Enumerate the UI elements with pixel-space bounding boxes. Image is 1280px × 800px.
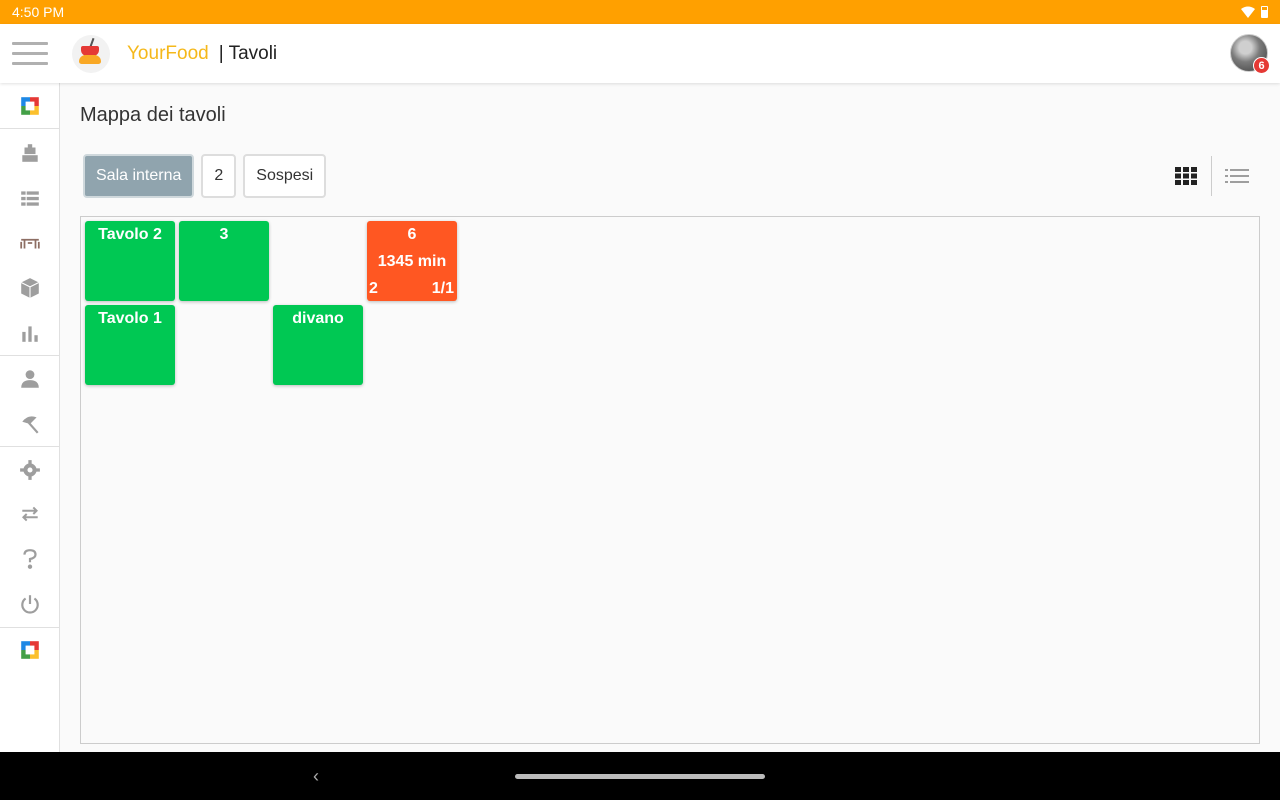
tables-icon[interactable] bbox=[0, 223, 59, 263]
hamburger-menu-icon[interactable] bbox=[0, 24, 60, 83]
user-avatar[interactable]: 6 bbox=[1230, 34, 1270, 74]
power-icon[interactable] bbox=[0, 584, 59, 624]
sidebar bbox=[0, 83, 60, 752]
table-name: Tavolo 1 bbox=[98, 310, 162, 327]
table-name: Tavolo 2 bbox=[98, 226, 162, 243]
table-divano[interactable]: divano bbox=[273, 305, 363, 385]
app-logo-icon[interactable] bbox=[0, 86, 59, 126]
table-name: divano bbox=[292, 310, 344, 327]
tab-sala-interna[interactable]: Sala interna bbox=[83, 154, 195, 198]
chart-icon[interactable] bbox=[0, 313, 59, 353]
brand-name: YourFood bbox=[127, 42, 209, 64]
table-map: Tavolo 2 3 6 1345 min 2 1/1 Tavolo 1 div… bbox=[80, 216, 1260, 744]
main-content: Mappa dei tavoli Sala interna 2 Sospesi … bbox=[60, 83, 1280, 752]
system-nav-bar: ‹ bbox=[0, 752, 1280, 800]
table-name: 6 bbox=[407, 226, 417, 243]
battery-icon bbox=[1261, 6, 1268, 18]
beach-umbrella-icon[interactable] bbox=[0, 404, 59, 444]
user-icon[interactable] bbox=[0, 359, 59, 399]
tab-sospesi[interactable]: Sospesi bbox=[243, 154, 327, 198]
tab-room-2[interactable]: 2 bbox=[201, 154, 237, 198]
help-icon[interactable] bbox=[0, 539, 59, 579]
list-view-icon[interactable] bbox=[1212, 156, 1262, 196]
app-logo-icon[interactable] bbox=[0, 630, 59, 670]
notification-badge: 6 bbox=[1253, 57, 1270, 74]
swap-icon[interactable] bbox=[0, 494, 59, 534]
status-bar: 4:50 PM bbox=[0, 0, 1280, 24]
yourfood-logo-icon bbox=[72, 34, 110, 73]
view-toggle bbox=[1161, 156, 1262, 196]
grid-view-icon[interactable] bbox=[1161, 156, 1211, 196]
app-bar: YourFood | Tavoli 6 bbox=[0, 24, 1280, 83]
table-covers: 2 bbox=[369, 280, 378, 297]
table-tavolo-2[interactable]: Tavolo 2 bbox=[85, 221, 175, 301]
wifi-icon bbox=[1241, 6, 1255, 18]
section-title: | Tavoli bbox=[218, 42, 278, 64]
table-tavolo-1[interactable]: Tavolo 1 bbox=[85, 305, 175, 385]
page-title: Mappa dei tavoli bbox=[80, 104, 226, 126]
status-time: 4:50 PM bbox=[12, 4, 65, 20]
system-icons bbox=[1241, 6, 1268, 18]
room-tabs: Sala interna 2 Sospesi bbox=[83, 154, 327, 198]
list-icon[interactable] bbox=[0, 178, 59, 218]
box-icon[interactable] bbox=[0, 268, 59, 308]
table-name: 3 bbox=[219, 226, 229, 243]
table-orders-fraction: 1/1 bbox=[431, 280, 454, 297]
cashier-icon[interactable] bbox=[0, 133, 59, 173]
table-6[interactable]: 6 1345 min 2 1/1 bbox=[367, 221, 457, 301]
home-gesture-bar[interactable] bbox=[515, 774, 765, 779]
gear-icon[interactable] bbox=[0, 450, 59, 490]
table-3[interactable]: 3 bbox=[179, 221, 269, 301]
back-icon[interactable]: ‹ bbox=[313, 766, 319, 787]
table-elapsed-minutes: 1345 min bbox=[377, 253, 447, 270]
